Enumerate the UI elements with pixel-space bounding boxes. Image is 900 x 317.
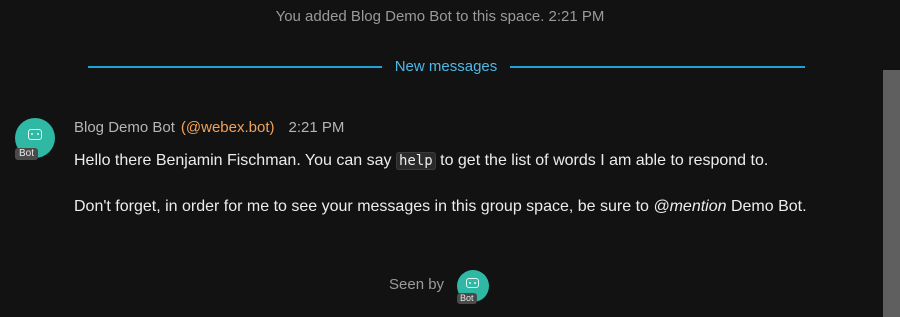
seen-bot-badge: Bot: [457, 293, 477, 304]
sender-handle: (@webex.bot): [180, 119, 275, 136]
divider-line-right: [510, 66, 805, 68]
help-code: help: [395, 152, 436, 170]
seen-by-label: Seen by: [389, 276, 445, 293]
p2-text-before: Don't forget, in order for me to see you…: [74, 198, 654, 215]
new-messages-label: New messages: [394, 58, 498, 75]
system-message: You added Blog Demo Bot to this space. 2…: [275, 8, 605, 25]
p1-text-before: Hello there Benjamin Fischman. You can s…: [74, 152, 396, 169]
message-paragraph-1: Hello there Benjamin Fischman. You can s…: [74, 148, 834, 174]
sender-name[interactable]: Blog Demo Bot: [74, 119, 175, 136]
message-time: 2:21 PM: [288, 119, 345, 136]
bot-avatar[interactable]: Bot: [15, 118, 55, 160]
scrollbar[interactable]: [883, 70, 900, 317]
divider-line-left: [88, 66, 382, 68]
robot-icon: [466, 278, 479, 288]
mention-text: @mention: [653, 198, 727, 215]
seen-by-avatar[interactable]: Bot: [457, 270, 489, 304]
bot-badge: Bot: [15, 148, 39, 160]
p2-text-after: Demo Bot.: [726, 198, 807, 215]
new-messages-divider: New messages: [88, 58, 805, 76]
p1-text-after: to get the list of words I am able to re…: [435, 152, 769, 169]
message-header: Blog Demo Bot (@webex.bot) 2:21 PM: [74, 119, 344, 136]
robot-icon: [28, 129, 42, 140]
message-paragraph-2: Don't forget, in order for me to see you…: [74, 194, 834, 220]
